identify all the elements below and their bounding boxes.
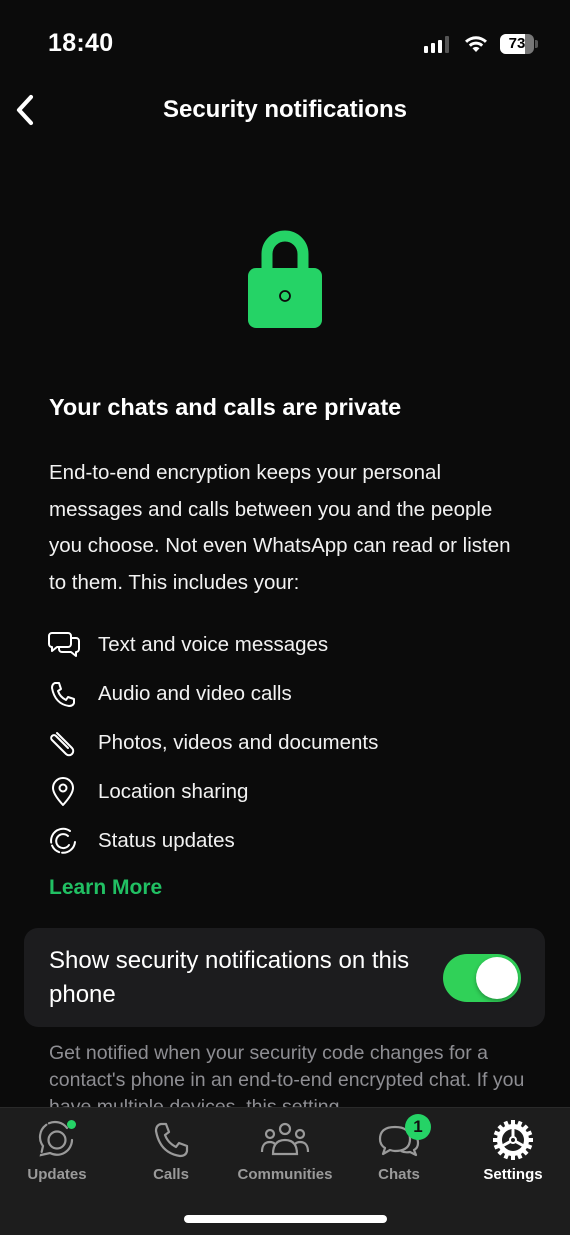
feature-item-calls: Audio and video calls (48, 669, 528, 718)
tab-label: Communities (237, 1166, 333, 1183)
status-time: 18:40 (48, 29, 114, 57)
tab-label: Chats (378, 1166, 420, 1183)
chat-bubbles-icon (48, 630, 84, 660)
communities-icon (260, 1122, 310, 1156)
toggle-knob (476, 957, 518, 999)
privacy-description: End-to-end encryption keeps your persona… (49, 461, 511, 594)
tab-bar: Updates Calls Communities 1 Chats Settin… (0, 1107, 570, 1235)
feature-label: Audio and video calls (98, 681, 292, 705)
feature-label: Status updates (98, 828, 235, 852)
phone-icon (48, 679, 84, 709)
gear-tooth (493, 1138, 499, 1142)
battery-icon: 73 (500, 34, 534, 54)
tab-label: Settings (483, 1166, 543, 1183)
tab-calls[interactable]: Calls (114, 1108, 228, 1188)
feature-label: Text and voice messages (98, 632, 329, 656)
feature-item-location: Location sharing (48, 767, 528, 816)
updates-dot (67, 1120, 76, 1129)
gear-tooth (511, 1154, 515, 1160)
chats-unread-badge: 1 (405, 1114, 431, 1140)
tab-updates[interactable]: Updates (0, 1108, 114, 1188)
lock-icon (248, 230, 322, 328)
tab-settings[interactable]: Settings (456, 1108, 570, 1188)
status-icon (48, 826, 84, 856)
page-title: Security notifications (162, 96, 408, 123)
feature-label: Location sharing (98, 779, 249, 803)
feature-item-messages: Text and voice messages (48, 620, 528, 669)
tab-label: Updates (27, 1166, 87, 1183)
battery-tip (535, 40, 538, 48)
privacy-heading: Your chats and calls are private (49, 394, 402, 420)
location-pin-icon (48, 776, 84, 807)
nav-bar: Security notifications (0, 80, 570, 140)
home-indicator (184, 1215, 387, 1223)
battery-percent: 73 (508, 35, 526, 52)
gear-tooth (527, 1138, 533, 1142)
feature-item-media: Photos, videos and documents (48, 718, 528, 767)
status-bar: 18:40 73 (0, 0, 570, 80)
settings-gear-icon (493, 1120, 533, 1160)
paperclip-icon (48, 728, 84, 758)
security-notifications-toggle[interactable] (443, 954, 521, 1002)
tab-communities[interactable]: Communities (228, 1108, 342, 1188)
feature-list: Text and voice messages Audio and video … (48, 620, 528, 865)
tab-label: Calls (153, 1166, 189, 1183)
gear-tooth (511, 1120, 515, 1126)
tab-chats[interactable]: 1 Chats (342, 1108, 456, 1188)
feature-label: Photos, videos and documents (98, 730, 379, 754)
security-notifications-setting: Show security notifications on this phon… (24, 928, 545, 1027)
setting-label: Show security notifications on this phon… (49, 947, 410, 1008)
feature-item-status: Status updates (48, 816, 528, 865)
phone-icon (154, 1122, 189, 1158)
learn-more-link[interactable]: Learn More (49, 876, 162, 900)
cellular-signal-icon (424, 36, 449, 53)
wifi-icon (465, 36, 487, 52)
